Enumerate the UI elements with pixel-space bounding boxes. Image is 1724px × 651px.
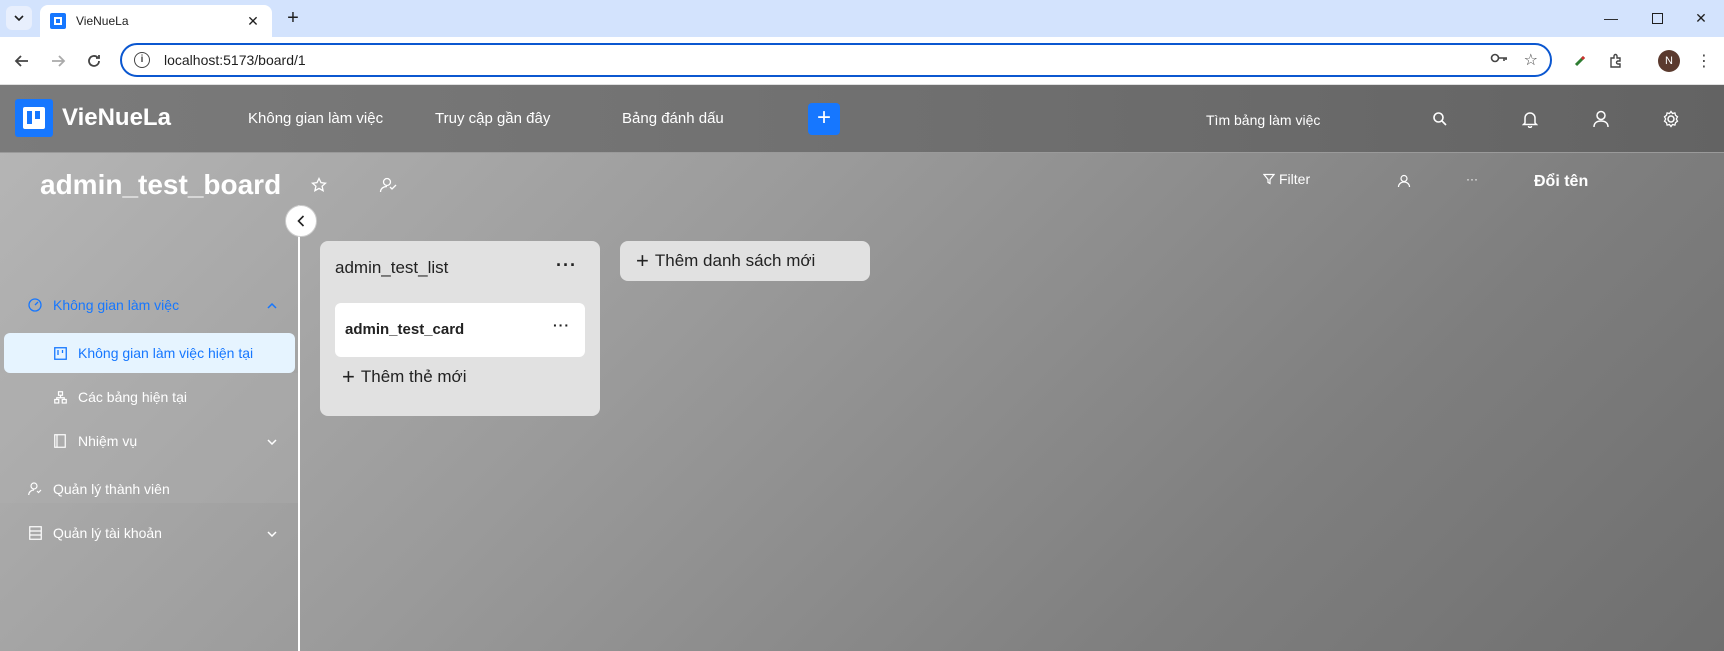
user-icon[interactable] [1589, 107, 1613, 131]
rename-button[interactable]: Đổi tên [1534, 173, 1588, 191]
app-logo[interactable]: VieNueLa [15, 99, 171, 137]
board-icon [52, 345, 68, 361]
plus-icon: + [342, 364, 355, 389]
reload-icon [88, 55, 100, 67]
tab-close-icon[interactable]: ✕ [244, 13, 262, 30]
sidebar-item-label: Nhiệm vụ [78, 433, 138, 449]
sidebar-item-current-boards[interactable]: Các bảng hiện tại [52, 389, 187, 405]
settings-gear-icon[interactable] [1659, 107, 1683, 131]
card-more-icon[interactable]: ··· [553, 317, 570, 333]
address-bar[interactable]: i localhost:5173/board/1 ☆ [120, 43, 1552, 77]
sidebar-item-label: Các bảng hiện tại [78, 389, 187, 405]
chevron-down-icon[interactable] [265, 527, 279, 541]
app-header: VieNueLa Không gian làm việc Truy cập gầ… [0, 85, 1724, 153]
app-root: VieNueLa Không gian làm việc Truy cập gầ… [0, 85, 1724, 651]
maximize-icon [1651, 12, 1663, 24]
back-arrow-icon [14, 55, 28, 67]
board-title: admin_test_board [40, 169, 282, 200]
collapse-sidebar-button[interactable] [285, 205, 317, 237]
card-title: admin_test_card [345, 321, 465, 338]
card[interactable]: admin_test_card ··· [335, 303, 585, 357]
hierarchy-icon [52, 389, 68, 405]
chevron-down-icon [14, 15, 24, 21]
add-list-button[interactable]: + Thêm danh sách mới [620, 241, 870, 281]
dashboard-icon [27, 297, 43, 313]
sidebar-item-members[interactable]: Quản lý thành viên [27, 481, 170, 497]
extension-pin-icon[interactable] [1568, 49, 1592, 73]
book-icon [52, 433, 68, 449]
chevron-down-icon[interactable] [265, 435, 279, 449]
forward-arrow-icon [52, 55, 66, 67]
sidebar-item-tasks[interactable]: Nhiệm vụ [52, 433, 137, 449]
filter-button[interactable]: Filter [1263, 171, 1310, 187]
board-more-icon[interactable]: ··· [1462, 169, 1482, 189]
bell-icon[interactable] [1518, 107, 1542, 131]
url-text: localhost:5173/board/1 [164, 52, 306, 68]
list-column[interactable]: admin_test_list ··· admin_test_card ··· … [320, 241, 600, 416]
add-list-label: Thêm danh sách mới [654, 251, 816, 270]
create-button[interactable]: + [808, 103, 840, 135]
logo-board-icon [15, 99, 53, 137]
sidebar-item-current-workspace[interactable]: Không gian làm việc hiện tại [52, 345, 253, 361]
tab-search-button[interactable] [6, 6, 32, 30]
sidebar-item-label: Quản lý thành viên [53, 481, 170, 497]
back-button[interactable] [8, 47, 36, 75]
filter-label: Filter [1279, 171, 1311, 187]
minimize-button[interactable]: — [1588, 4, 1634, 32]
sidebar-item-workspace[interactable]: Không gian làm việc [27, 297, 179, 313]
browser-tab[interactable]: VieNueLa ✕ [40, 5, 272, 37]
logo-text: VieNueLa [62, 104, 171, 131]
search-icon[interactable] [1428, 107, 1452, 131]
board-user-icon[interactable] [1394, 171, 1414, 191]
table-icon [27, 525, 43, 541]
maximize-button[interactable] [1634, 4, 1680, 32]
app-favicon-icon [50, 13, 66, 29]
browser-menu-icon[interactable]: ⋮ [1692, 49, 1716, 73]
add-card-button[interactable]: + Thêm thẻ mới [342, 364, 467, 389]
site-info-icon[interactable]: i [134, 52, 150, 68]
filter-icon [1263, 173, 1275, 185]
nav-starred[interactable]: Bảng đánh dấu [622, 110, 724, 127]
nav-workspace[interactable]: Không gian làm việc [248, 110, 383, 127]
reload-button[interactable] [80, 47, 108, 75]
star-icon[interactable] [309, 175, 329, 195]
list-title[interactable]: admin_test_list [335, 258, 448, 278]
sidebar-item-label: Quản lý tài khoản [53, 525, 162, 541]
list-more-icon[interactable]: ··· [556, 255, 577, 276]
extensions-puzzle-icon[interactable] [1604, 49, 1628, 73]
search-input[interactable]: Tìm bảng làm việc [1206, 112, 1320, 128]
sidebar-item-label: Không gian làm việc hiện tại [78, 345, 254, 361]
plus-icon: + [636, 248, 649, 273]
add-card-label: Thêm thẻ mới [360, 367, 467, 386]
new-tab-button[interactable]: + [280, 7, 306, 31]
sidebar-item-label: Không gian làm việc [53, 297, 180, 313]
sidebar-divider [298, 205, 300, 651]
sidebar-item-accounts[interactable]: Quản lý tài khoản [27, 525, 162, 541]
nav-recent[interactable]: Truy cập gần đây [435, 110, 550, 127]
members-icon[interactable] [378, 175, 398, 195]
close-window-button[interactable]: ✕ [1678, 4, 1724, 32]
forward-button[interactable] [44, 47, 72, 75]
profile-avatar[interactable]: N [1658, 50, 1680, 72]
bookmark-star-icon[interactable]: ☆ [1524, 50, 1538, 70]
team-icon [27, 481, 43, 497]
tab-title: VieNueLa [76, 14, 129, 28]
chevron-left-icon [297, 215, 305, 227]
browser-toolbar: i localhost:5173/board/1 ☆ N ⋮ [0, 37, 1724, 85]
browser-tab-bar: VieNueLa ✕ + — ✕ [0, 0, 1724, 37]
chevron-up-icon[interactable] [265, 299, 279, 313]
password-key-icon[interactable] [1490, 51, 1508, 69]
